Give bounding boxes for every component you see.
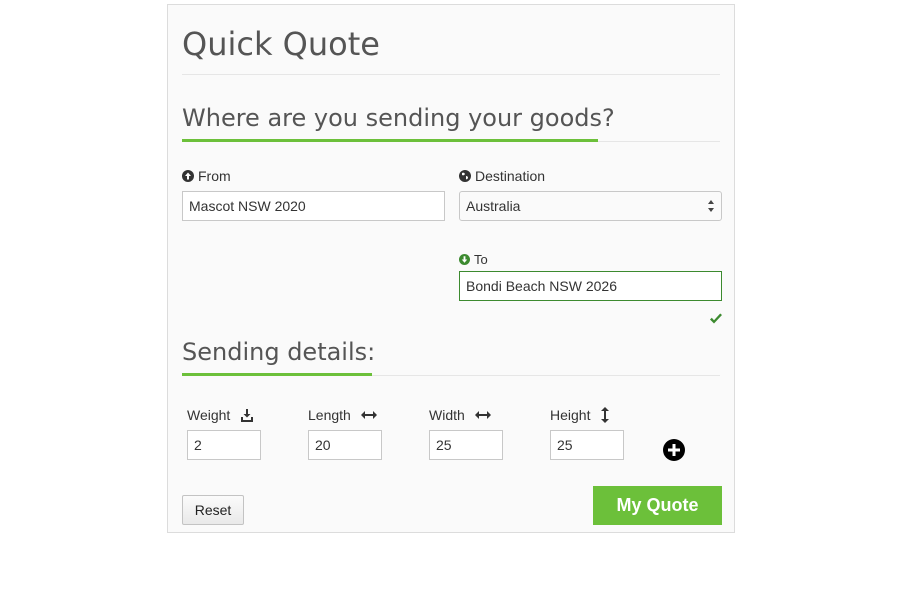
reset-button[interactable]: Reset bbox=[182, 495, 244, 525]
quick-quote-card: Quick Quote Where are you sending your g… bbox=[167, 4, 735, 533]
horizontal-arrows-icon bbox=[474, 411, 491, 419]
destination-label: Destination bbox=[459, 168, 545, 184]
weight-label-text: Weight bbox=[187, 407, 231, 423]
globe-icon bbox=[459, 170, 471, 182]
length-label-text: Length bbox=[308, 407, 351, 423]
width-input[interactable]: 25 bbox=[429, 430, 503, 460]
my-quote-button[interactable]: My Quote bbox=[593, 486, 722, 525]
width-label: Width bbox=[429, 407, 491, 423]
divider bbox=[182, 74, 720, 75]
to-label-text: To bbox=[474, 252, 488, 267]
vertical-arrows-icon bbox=[601, 407, 610, 423]
from-label: From bbox=[182, 168, 231, 184]
horizontal-arrows-icon bbox=[360, 411, 377, 419]
to-label: To bbox=[459, 252, 488, 267]
destination-select[interactable]: Australia bbox=[459, 191, 722, 221]
width-label-text: Width bbox=[429, 407, 465, 423]
destination-label-text: Destination bbox=[475, 168, 546, 184]
download-icon bbox=[241, 408, 254, 422]
to-input[interactable]: Bondi Beach NSW 2026 bbox=[459, 271, 722, 301]
height-input[interactable]: 25 bbox=[550, 430, 624, 460]
weight-input[interactable]: 2 bbox=[187, 430, 261, 460]
section-underline bbox=[182, 373, 372, 376]
from-input[interactable]: Mascot NSW 2020 bbox=[182, 191, 445, 221]
length-input[interactable]: 20 bbox=[308, 430, 382, 460]
height-label: Height bbox=[550, 407, 610, 423]
arrow-up-circle-icon bbox=[182, 170, 194, 182]
section-underline bbox=[182, 139, 598, 142]
plus-circle-icon[interactable] bbox=[663, 439, 685, 461]
page-title: Quick Quote bbox=[182, 25, 380, 63]
arrow-down-circle-icon bbox=[459, 254, 470, 265]
weight-label: Weight bbox=[187, 407, 254, 423]
section-heading-destination: Where are you sending your goods? bbox=[182, 104, 615, 132]
select-arrows-icon bbox=[708, 200, 714, 212]
section-heading-details: Sending details: bbox=[182, 338, 376, 366]
length-label: Length bbox=[308, 407, 377, 423]
height-label-text: Height bbox=[550, 407, 591, 423]
destination-value: Australia bbox=[466, 198, 521, 214]
check-icon bbox=[710, 313, 722, 324]
from-label-text: From bbox=[198, 168, 231, 184]
